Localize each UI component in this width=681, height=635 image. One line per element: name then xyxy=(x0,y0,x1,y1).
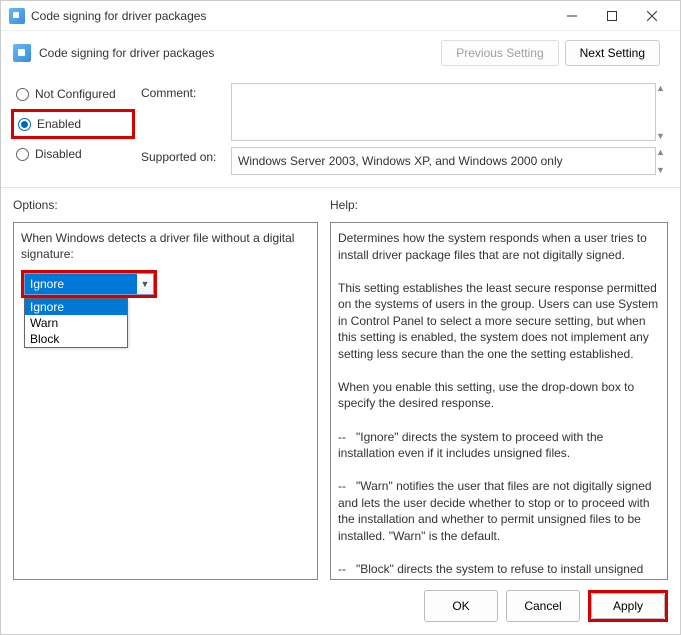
minimize-button[interactable] xyxy=(552,2,592,30)
dropdown-option-ignore[interactable]: Ignore xyxy=(25,299,127,315)
window-controls xyxy=(552,2,672,30)
window-title: Code signing for driver packages xyxy=(31,9,552,23)
supported-on-value: Windows Server 2003, Windows XP, and Win… xyxy=(231,147,656,175)
comment-scroll: ▲ ▼ xyxy=(656,83,668,141)
policy-icon xyxy=(9,8,25,24)
comment-textarea[interactable] xyxy=(231,83,656,141)
help-text: Determines how the system responds when … xyxy=(338,230,660,580)
highlight-marker: Ignore ▼ xyxy=(21,270,157,298)
signature-action-dropdown[interactable]: Ignore ▼ xyxy=(24,273,154,295)
scroll-down-icon[interactable]: ▼ xyxy=(656,131,668,141)
supported-scroll: ▲ ▼ xyxy=(656,147,668,175)
comment-label: Comment: xyxy=(141,83,231,100)
options-panel: When Windows detects a driver file witho… xyxy=(13,222,318,580)
close-button[interactable] xyxy=(632,2,672,30)
mid-section: Options: When Windows detects a driver f… xyxy=(1,188,680,580)
meta-column: Comment: ▲ ▼ Supported on: Windows Serve… xyxy=(141,83,668,175)
dropdown-selected-value: Ignore xyxy=(25,274,137,294)
radio-label: Disabled xyxy=(35,147,82,161)
footer: OK Cancel Apply xyxy=(1,580,680,634)
options-title: Options: xyxy=(13,198,318,212)
dropdown-option-block[interactable]: Block xyxy=(25,331,127,347)
options-prompt: When Windows detects a driver file witho… xyxy=(21,230,310,262)
maximize-button[interactable] xyxy=(592,2,632,30)
scroll-down-icon[interactable]: ▼ xyxy=(656,165,668,175)
header-title: Code signing for driver packages xyxy=(39,46,441,60)
ok-button[interactable]: OK xyxy=(424,590,498,622)
next-setting-button[interactable]: Next Setting xyxy=(565,40,660,66)
radio-dot-icon xyxy=(18,118,31,131)
dropdown-list: Ignore Warn Block xyxy=(24,298,128,348)
radio-label: Not Configured xyxy=(35,87,116,101)
dropdown-option-warn[interactable]: Warn xyxy=(25,315,127,331)
radio-dot-icon xyxy=(16,88,29,101)
nav-buttons: Previous Setting Next Setting xyxy=(441,40,668,66)
cancel-button[interactable]: Cancel xyxy=(506,590,580,622)
scroll-up-icon[interactable]: ▲ xyxy=(656,147,668,157)
highlight-marker: Enabled xyxy=(11,109,135,139)
policy-icon xyxy=(13,44,31,62)
state-radio-group: Not Configured Enabled Disabled xyxy=(13,83,133,175)
options-column: Options: When Windows detects a driver f… xyxy=(13,198,318,580)
help-column: Help: Determines how the system responds… xyxy=(330,198,668,580)
help-title: Help: xyxy=(330,198,668,212)
supported-on-label: Supported on: xyxy=(141,147,231,164)
header-row: Code signing for driver packages Previou… xyxy=(1,31,680,75)
help-panel: Determines how the system responds when … xyxy=(330,222,668,580)
chevron-down-icon: ▼ xyxy=(137,274,153,294)
previous-setting-button[interactable]: Previous Setting xyxy=(441,40,558,66)
radio-dot-icon xyxy=(16,148,29,161)
apply-button[interactable]: Apply xyxy=(591,593,665,619)
radio-not-configured[interactable]: Not Configured xyxy=(13,83,133,105)
radio-enabled[interactable]: Enabled xyxy=(15,113,131,135)
dialog-window: Code signing for driver packages Code si… xyxy=(0,0,681,635)
radio-label: Enabled xyxy=(37,117,81,131)
radio-disabled[interactable]: Disabled xyxy=(13,143,133,165)
combo-wrapper: Ignore ▼ Ignore Warn Block xyxy=(21,270,310,298)
highlight-marker: Apply xyxy=(588,590,668,622)
top-section: Not Configured Enabled Disabled Comment:… xyxy=(1,75,680,188)
titlebar: Code signing for driver packages xyxy=(1,1,680,31)
scroll-up-icon[interactable]: ▲ xyxy=(656,83,668,93)
